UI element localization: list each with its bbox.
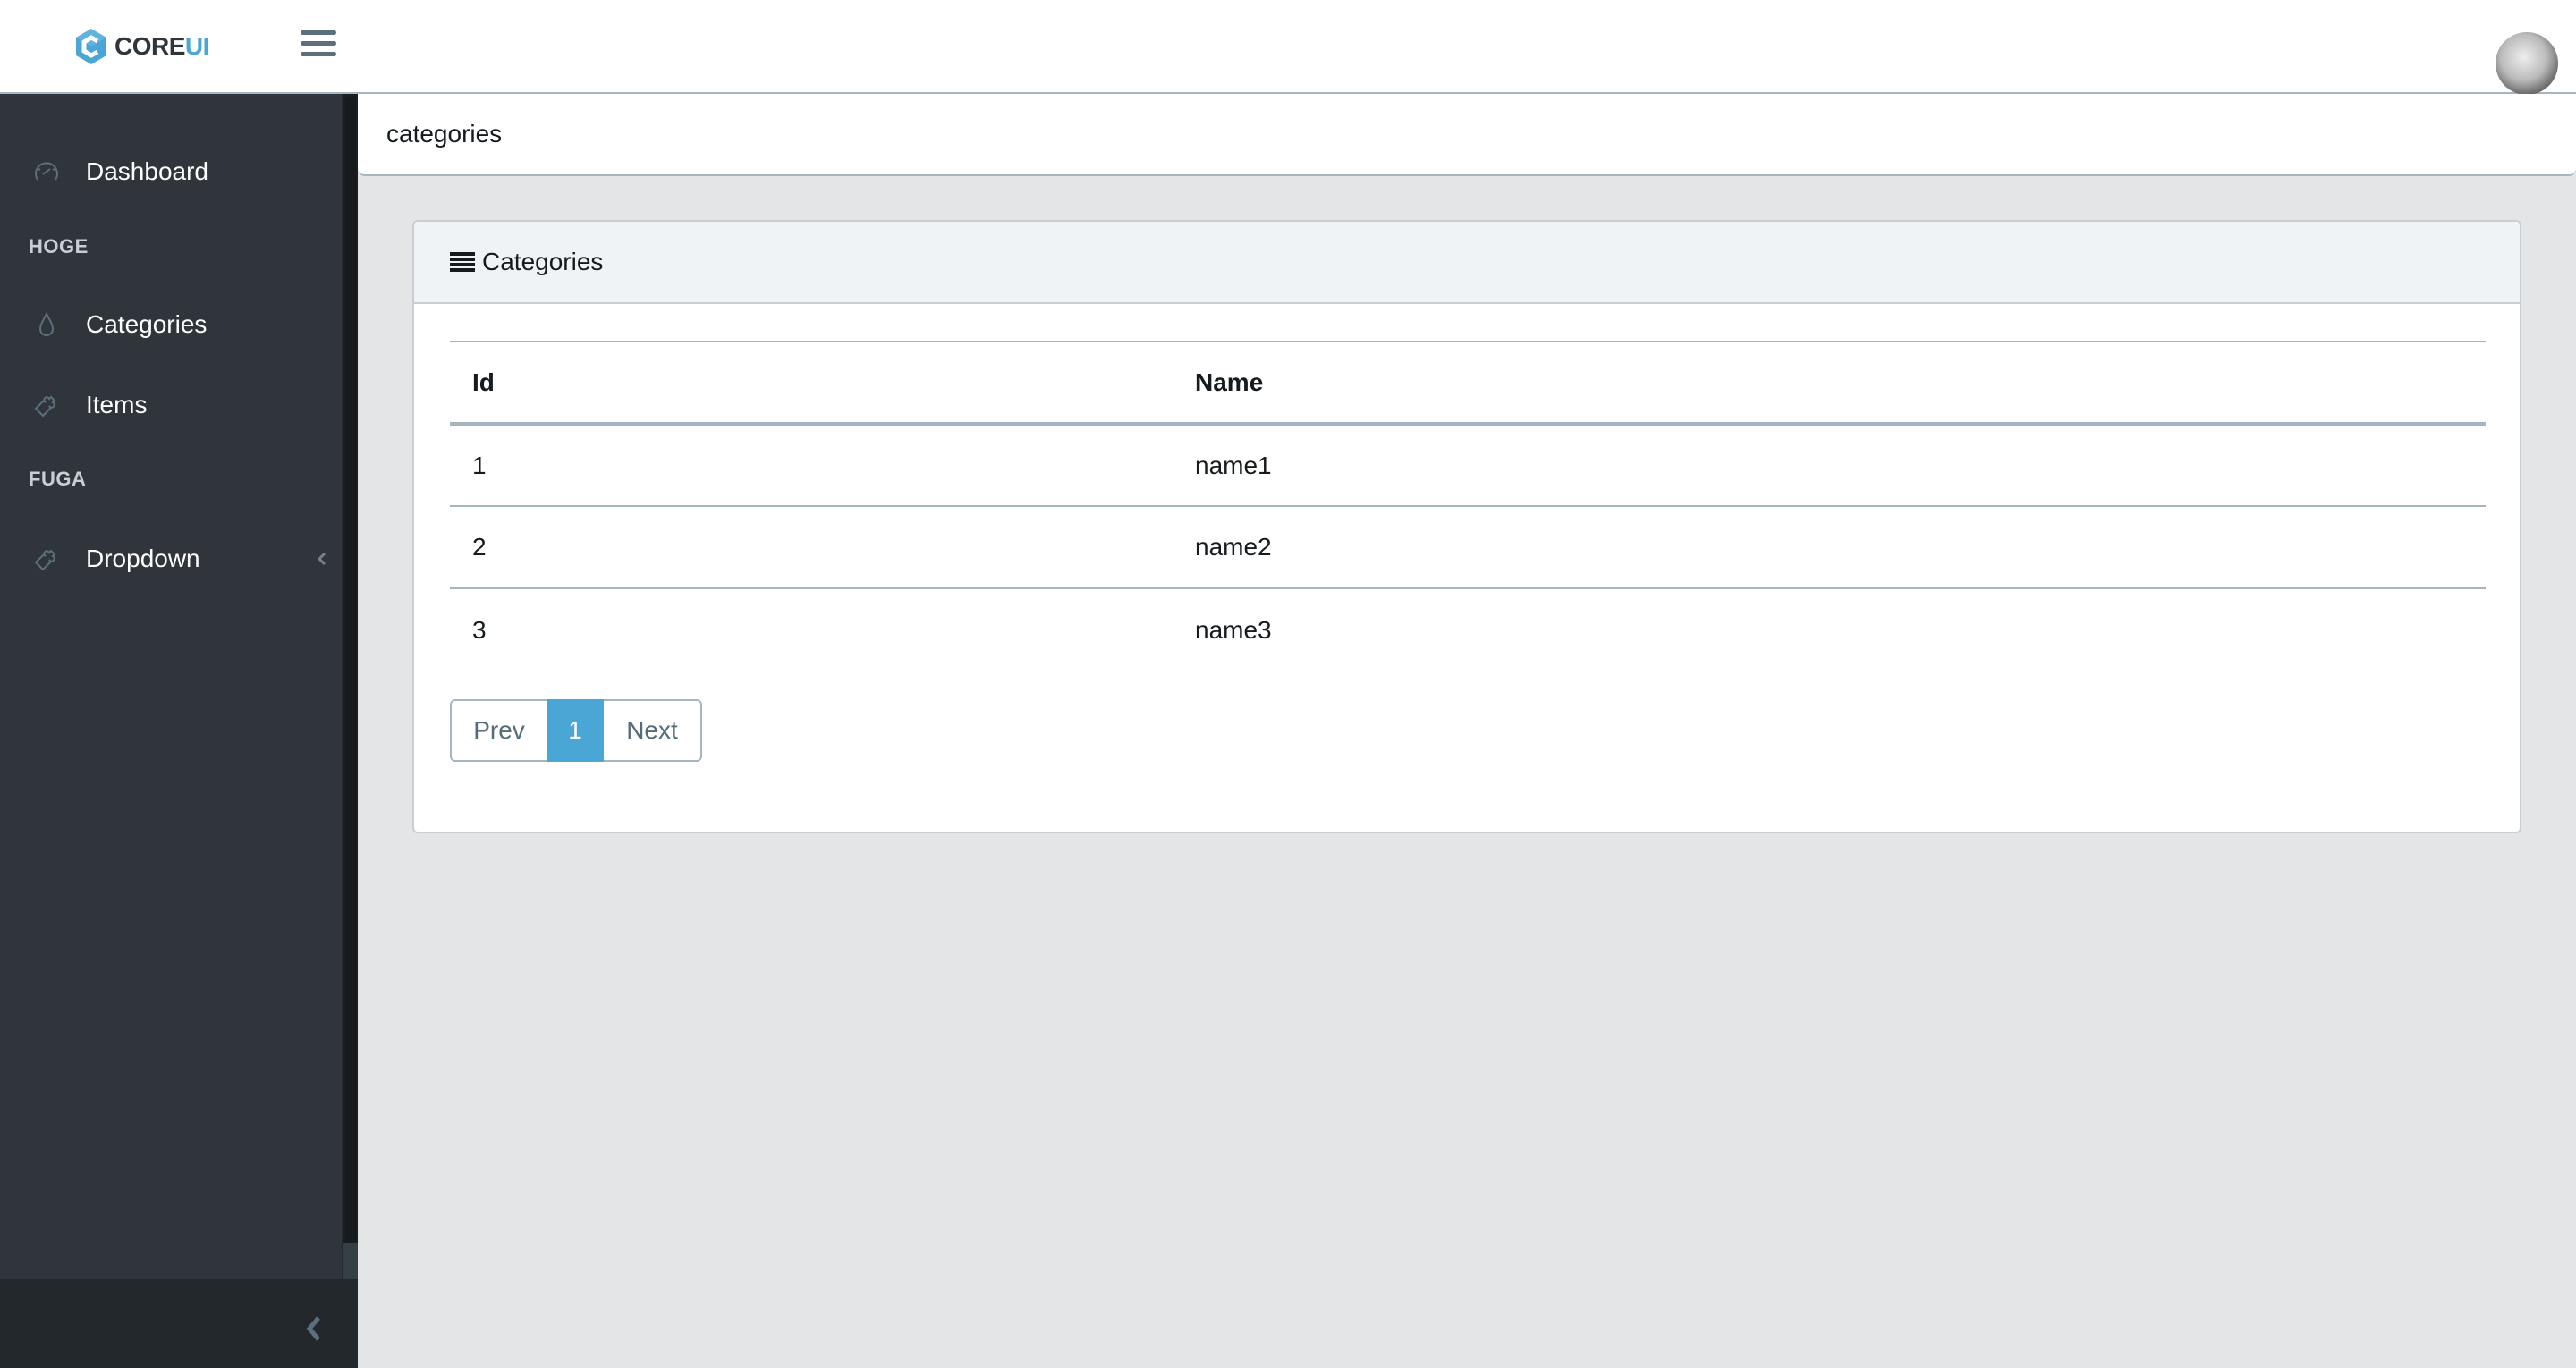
sidebar-item-dashboard[interactable]: Dashboard xyxy=(0,131,340,212)
brand-logo[interactable]: COREUI xyxy=(75,25,209,68)
categories-table: Id Name 1 name1 2 name2 3 name3 xyxy=(450,341,2486,671)
sidebar-nav: Dashboard HOGE Categories Items FUGA Dro… xyxy=(0,94,340,1279)
sidebar-scrollbar[interactable] xyxy=(342,94,358,1279)
pagination-next-button[interactable]: Next xyxy=(604,699,702,762)
sidebar-item-label: Dashboard xyxy=(86,157,208,185)
sidebar-item-dropdown[interactable]: Dropdown xyxy=(0,519,340,599)
breadcrumb-item-active: categories xyxy=(386,120,503,148)
sidebar-toggler-button[interactable] xyxy=(301,30,336,61)
table-row: 1 name1 xyxy=(450,423,2486,506)
hamburger-menu-icon xyxy=(301,30,336,35)
card-title: Categories xyxy=(482,248,604,275)
puzzle-icon xyxy=(34,549,56,571)
coreui-logo-icon xyxy=(76,29,106,64)
sidebar-item-label: Categories xyxy=(86,310,208,338)
app-header: COREUI xyxy=(0,0,2576,95)
card-header: Categories xyxy=(414,222,2520,304)
sidebar-item-categories[interactable]: Categories xyxy=(0,284,340,365)
sidebar-section-title-fuga: FUGA xyxy=(29,468,87,490)
user-avatar[interactable] xyxy=(2496,32,2558,95)
cell-name: name3 xyxy=(1173,587,2486,671)
table-row: 3 name3 xyxy=(450,587,2486,671)
table-row: 2 name2 xyxy=(450,505,2486,588)
puzzle-icon xyxy=(34,395,56,418)
pagination: Prev 1 Next xyxy=(450,699,702,762)
sidebar-item-label: Dropdown xyxy=(86,545,200,572)
cell-name: name2 xyxy=(1173,505,2486,588)
speedometer-icon xyxy=(35,162,58,181)
pagination-prev-button[interactable]: Prev xyxy=(450,699,547,762)
table-header-row: Id Name xyxy=(450,341,2486,426)
categories-card: Categories Id Name 1 name1 2 name2 3 nam… xyxy=(412,220,2521,833)
brand-text: COREUI xyxy=(114,32,209,60)
list-icon xyxy=(450,252,475,272)
pagination-page-1[interactable]: 1 xyxy=(547,699,604,762)
chevron-left-icon xyxy=(317,552,326,566)
column-header-name: Name xyxy=(1173,341,2486,426)
scrollbar-thumb[interactable] xyxy=(345,97,356,1242)
sidebar-item-items[interactable]: Items xyxy=(0,365,340,445)
sidebar-minimizer-button[interactable] xyxy=(0,1279,358,1368)
cell-id: 2 xyxy=(450,505,1173,588)
drop-icon xyxy=(38,311,55,336)
sidebar: Dashboard HOGE Categories Items FUGA Dro… xyxy=(0,94,358,1368)
cell-id: 3 xyxy=(450,587,1173,671)
sidebar-item-label: Items xyxy=(86,391,148,418)
cell-id: 1 xyxy=(450,423,1173,506)
cell-name: name1 xyxy=(1173,423,2486,506)
chevron-left-icon xyxy=(306,1316,320,1341)
sidebar-section-title-hoge: HOGE xyxy=(29,235,89,258)
breadcrumb: categories xyxy=(358,94,2576,176)
column-header-id: Id xyxy=(450,341,1173,426)
